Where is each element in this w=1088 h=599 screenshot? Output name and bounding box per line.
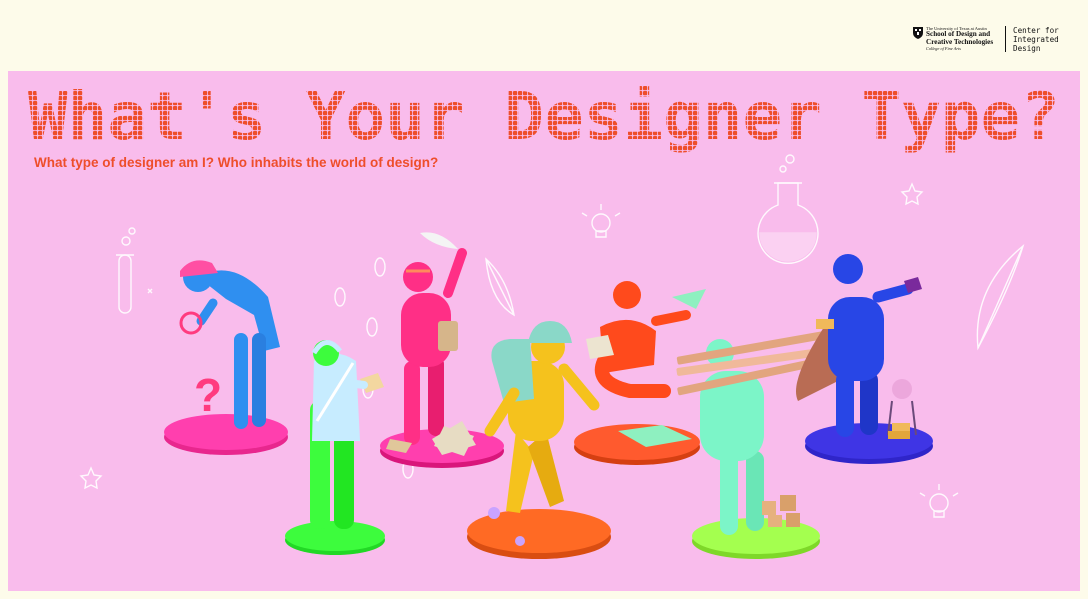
sparkle-icon (147, 288, 153, 294)
figure-investigator: ? (164, 260, 288, 455)
ut-logo: The University of Texas at Austin School… (913, 26, 999, 54)
cid-wordmark: Center for Integrated Design (1013, 26, 1073, 53)
logo-divider (1005, 26, 1006, 52)
lightbulb-icon (919, 484, 959, 518)
star-icon (79, 466, 103, 490)
star-icon (900, 182, 924, 206)
hero-panel: ? What's Your Designer Type? What type o… (8, 71, 1080, 591)
cid-line2: Integrated (1013, 35, 1059, 44)
headline-text: What's Your Designer Type? (28, 78, 1060, 155)
cid-line1: Center for (1013, 26, 1059, 35)
cid-line3: Design (1013, 44, 1041, 53)
shield-icon (913, 27, 923, 39)
test-tube-icon (116, 227, 136, 314)
svg-text:?: ? (194, 369, 222, 421)
poster: The University of Texas at Austin School… (0, 0, 1088, 599)
figure-scientist (285, 340, 385, 555)
lightbulb-icon (581, 204, 621, 238)
ut-line3: College of Fine Arts (926, 46, 961, 51)
header-bar: The University of Texas at Austin School… (0, 0, 1088, 71)
ut-line2b: Creative Technologies (926, 37, 994, 46)
ut-wordmark: The University of Texas at Austin School… (926, 26, 1000, 52)
subtitle: What type of designer am I? Who inhabits… (34, 155, 439, 170)
feather-icon (976, 243, 1025, 351)
figure-alchemist (796, 254, 933, 464)
feather-icon (485, 257, 515, 317)
flask-icon (757, 154, 819, 264)
headline: What's Your Designer Type? (28, 78, 1060, 155)
